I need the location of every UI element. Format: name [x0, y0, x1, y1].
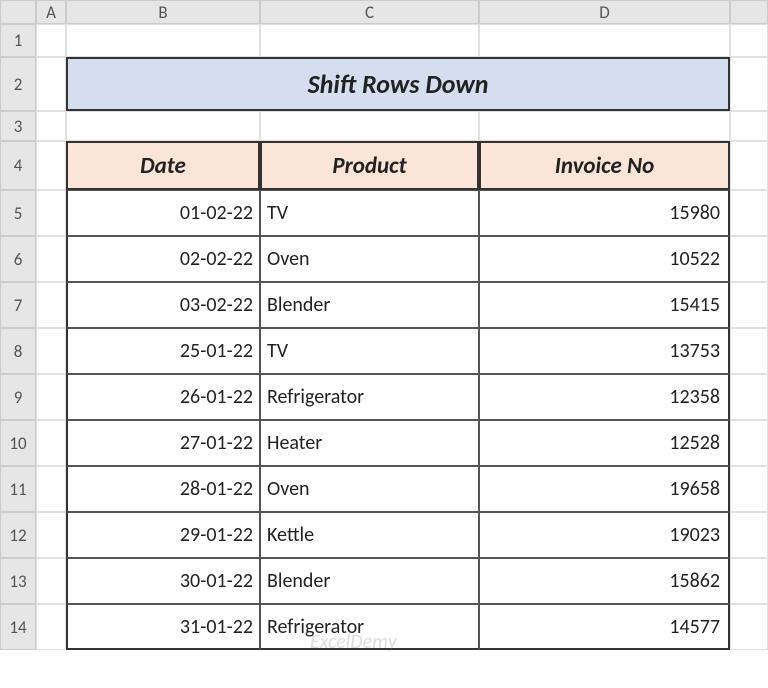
cell-E10[interactable]: [730, 420, 768, 466]
select-all-corner[interactable]: [0, 0, 36, 24]
header-invoice: Invoice No: [479, 141, 730, 190]
row-header-8[interactable]: 8: [0, 328, 36, 374]
cell-E14[interactable]: [730, 604, 768, 650]
cell-E3[interactable]: [730, 111, 768, 141]
col-header-[interactable]: [730, 0, 768, 24]
cell-E4[interactable]: [730, 141, 768, 190]
cell-product-4[interactable]: Refrigerator: [260, 374, 479, 420]
row-header-12[interactable]: 12: [0, 512, 36, 558]
header-date: Date: [66, 141, 260, 190]
cell-product-1[interactable]: Oven: [260, 236, 479, 282]
cell-date-7[interactable]: 29-01-22: [66, 512, 260, 558]
cell-date-6[interactable]: 28-01-22: [66, 466, 260, 512]
row-header-4[interactable]: 4: [0, 141, 36, 190]
row-header-11[interactable]: 11: [0, 466, 36, 512]
cell-A5[interactable]: [36, 190, 66, 236]
cell-E13[interactable]: [730, 558, 768, 604]
cell-E2[interactable]: [730, 57, 768, 111]
row-header-5[interactable]: 5: [0, 190, 36, 236]
cell-date-5[interactable]: 27-01-22: [66, 420, 260, 466]
cell-invoice-6[interactable]: 19658: [479, 466, 730, 512]
cell-date-0[interactable]: 01-02-22: [66, 190, 260, 236]
cell-E6[interactable]: [730, 236, 768, 282]
cell-A7[interactable]: [36, 282, 66, 328]
cell-A1[interactable]: [36, 24, 66, 57]
title-cell: Shift Rows Down: [66, 57, 730, 111]
cell-A2[interactable]: [36, 57, 66, 111]
cell-A10[interactable]: [36, 420, 66, 466]
cell-invoice-5[interactable]: 12528: [479, 420, 730, 466]
row-header-2[interactable]: 2: [0, 57, 36, 111]
cell-A13[interactable]: [36, 558, 66, 604]
cell-E12[interactable]: [730, 512, 768, 558]
cell-invoice-1[interactable]: 10522: [479, 236, 730, 282]
cell-date-3[interactable]: 25-01-22: [66, 328, 260, 374]
cell-invoice-3[interactable]: 13753: [479, 328, 730, 374]
cell-E5[interactable]: [730, 190, 768, 236]
cell-invoice-2[interactable]: 15415: [479, 282, 730, 328]
row-header-3[interactable]: 3: [0, 111, 36, 141]
cell-D1[interactable]: [479, 24, 730, 57]
cell-B3[interactable]: [66, 111, 260, 141]
cell-invoice-9[interactable]: 14577: [479, 604, 730, 650]
cell-A9[interactable]: [36, 374, 66, 420]
row-header-10[interactable]: 10: [0, 420, 36, 466]
cell-A11[interactable]: [36, 466, 66, 512]
cell-E9[interactable]: [730, 374, 768, 420]
cell-date-9[interactable]: 31-01-22: [66, 604, 260, 650]
cell-B1[interactable]: [66, 24, 260, 57]
cell-product-8[interactable]: Blender: [260, 558, 479, 604]
cell-E8[interactable]: [730, 328, 768, 374]
cell-product-3[interactable]: TV: [260, 328, 479, 374]
header-product: Product: [260, 141, 479, 190]
cell-invoice-4[interactable]: 12358: [479, 374, 730, 420]
cell-date-2[interactable]: 03-02-22: [66, 282, 260, 328]
cell-product-2[interactable]: Blender: [260, 282, 479, 328]
row-header-7[interactable]: 7: [0, 282, 36, 328]
cell-product-9[interactable]: Refrigerator: [260, 604, 479, 650]
cell-E1[interactable]: [730, 24, 768, 57]
cell-date-1[interactable]: 02-02-22: [66, 236, 260, 282]
cell-product-7[interactable]: Kettle: [260, 512, 479, 558]
row-header-9[interactable]: 9: [0, 374, 36, 420]
cell-A3[interactable]: [36, 111, 66, 141]
row-header-14[interactable]: 14: [0, 604, 36, 650]
cell-invoice-0[interactable]: 15980: [479, 190, 730, 236]
cell-D3[interactable]: [479, 111, 730, 141]
cell-E11[interactable]: [730, 466, 768, 512]
cell-product-0[interactable]: TV: [260, 190, 479, 236]
col-header-B[interactable]: B: [66, 0, 260, 24]
spreadsheet-grid[interactable]: ABCD 12 Shift Rows Down 34 DateProductInvoic…: [0, 0, 768, 650]
cell-A12[interactable]: [36, 512, 66, 558]
row-header-13[interactable]: 13: [0, 558, 36, 604]
cell-product-5[interactable]: Heater: [260, 420, 479, 466]
cell-product-6[interactable]: Oven: [260, 466, 479, 512]
cell-invoice-8[interactable]: 15862: [479, 558, 730, 604]
cell-date-4[interactable]: 26-01-22: [66, 374, 260, 420]
cell-A14[interactable]: [36, 604, 66, 650]
cell-date-8[interactable]: 30-01-22: [66, 558, 260, 604]
row-header-6[interactable]: 6: [0, 236, 36, 282]
cell-A8[interactable]: [36, 328, 66, 374]
cell-E7[interactable]: [730, 282, 768, 328]
row-header-1[interactable]: 1: [0, 24, 36, 57]
col-header-C[interactable]: C: [260, 0, 479, 24]
cell-C3[interactable]: [260, 111, 479, 141]
cell-invoice-7[interactable]: 19023: [479, 512, 730, 558]
cell-A4[interactable]: [36, 141, 66, 190]
col-header-A[interactable]: A: [36, 0, 66, 24]
col-header-D[interactable]: D: [479, 0, 730, 24]
cell-A6[interactable]: [36, 236, 66, 282]
cell-C1[interactable]: [260, 24, 479, 57]
